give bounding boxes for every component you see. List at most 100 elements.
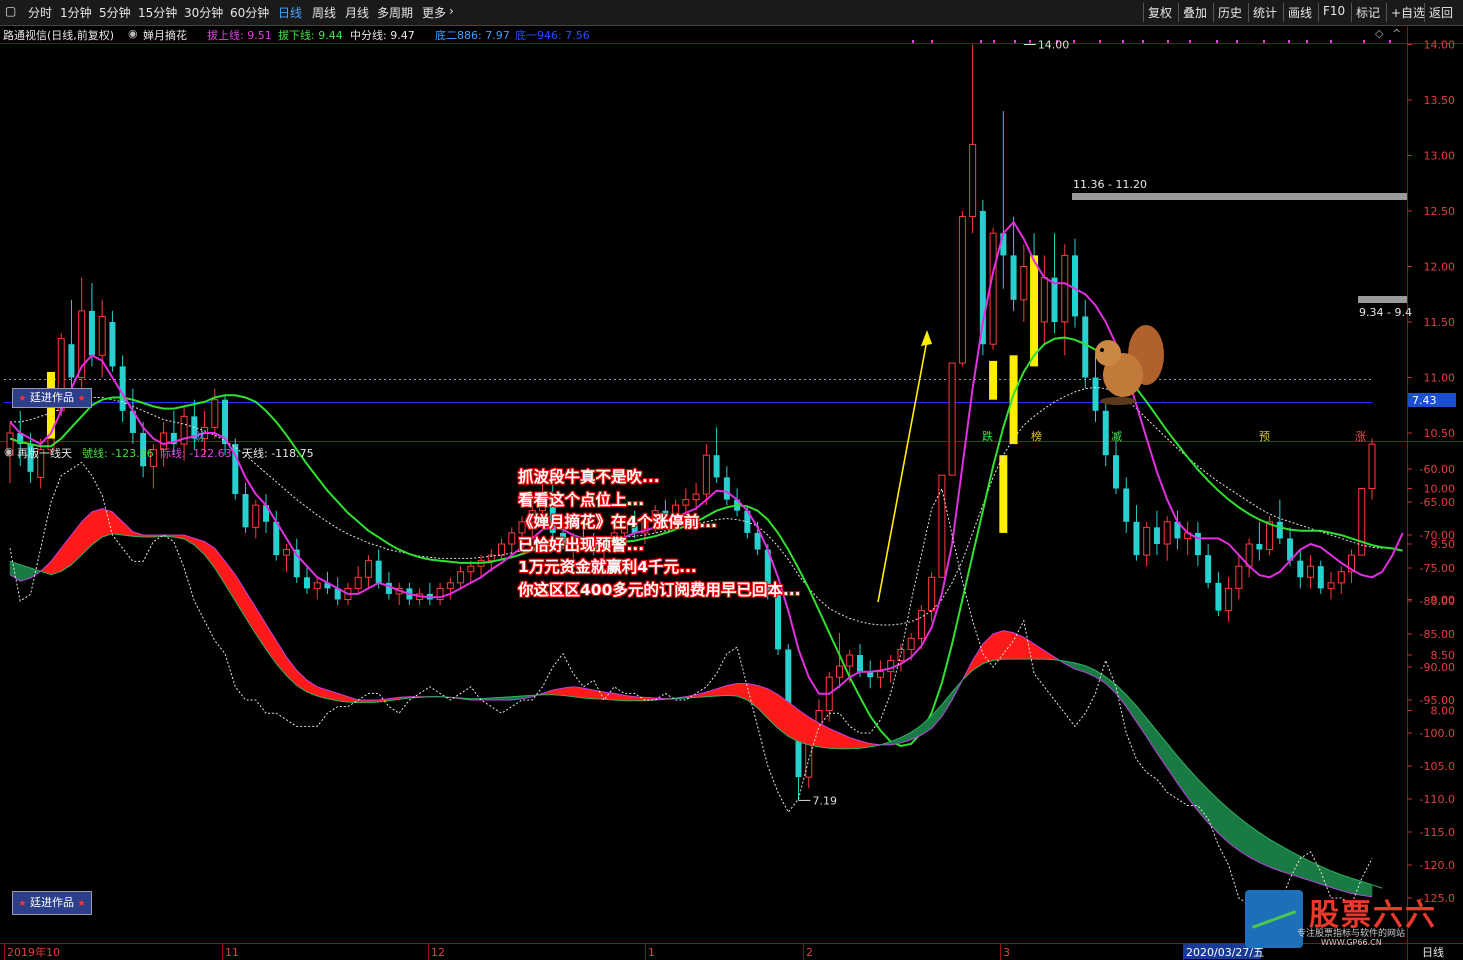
settings-circle-icon[interactable]: ◉ (4, 445, 14, 458)
ribbon-segment (992, 630, 1004, 661)
signal-dot (912, 40, 914, 43)
candle-body (1297, 560, 1304, 578)
candle-body (508, 532, 516, 545)
ribbon-segment (1218, 798, 1229, 844)
ribbon-segment (1084, 665, 1096, 678)
signal-dot (1142, 40, 1144, 43)
event-marker-bang[interactable]: 榜 (1031, 428, 1042, 444)
candle-body (242, 494, 249, 528)
price-tick-label: 13.00 (1424, 150, 1456, 163)
candle-body (498, 543, 506, 556)
ribbon-segment (572, 686, 584, 699)
ind-tick-label: -80.00 (1420, 595, 1455, 608)
tian-line-value: 天线: -118.75 (242, 447, 314, 460)
signal-dot (1122, 40, 1124, 43)
squirrel-eye (1100, 348, 1104, 352)
event-marker-cai[interactable]: 财 (194, 428, 205, 444)
ribbon-segment (828, 727, 840, 750)
candle-body (109, 322, 116, 367)
price-tick-label: 13.50 (1424, 94, 1456, 107)
ind-tick-label: -70.00 (1420, 529, 1455, 542)
signal-bar (1009, 355, 1018, 445)
ribbon-segment (798, 709, 810, 746)
candle-body (446, 582, 454, 589)
ind-tick-label: -115.0 (1420, 826, 1455, 839)
price-tick-label: 12.50 (1424, 205, 1456, 218)
event-marker-yu[interactable]: 预 (1259, 428, 1270, 444)
candle-body (907, 637, 915, 650)
squirrel-head (1095, 340, 1121, 366)
candle-body (928, 576, 936, 612)
ribbon-segment (1300, 855, 1311, 882)
candle-body (1112, 455, 1119, 489)
ind-tick-label: -65.00 (1420, 496, 1455, 509)
star-icon: ★ (18, 899, 27, 909)
ribbon-segment (787, 701, 799, 743)
ribbon-segment (1279, 844, 1291, 875)
candle-body (88, 310, 95, 356)
candle-body (1225, 587, 1233, 612)
indicator2-name[interactable]: 再版一线天 (17, 445, 72, 461)
note-line: 已恰好出现预警... (518, 535, 645, 554)
support-zone (1358, 296, 1407, 303)
ind-tick-label: -100.0 (1420, 727, 1455, 740)
price-tick-label: 11.50 (1424, 316, 1456, 329)
date-tick-label: 1 (648, 946, 655, 959)
candle-body (1153, 527, 1160, 544)
candle-body (98, 315, 106, 356)
gp66-logo: 股票六六 专注股票指标与软件的网站 WWW.GP66.CN (1245, 890, 1463, 950)
signal-dot (1189, 40, 1191, 43)
candle-body (1266, 521, 1274, 551)
event-marker-zhang[interactable]: 涨 (1355, 428, 1366, 444)
badge-text: 廷进作品 (30, 391, 74, 404)
signal-dot (1073, 40, 1075, 43)
candle-body (211, 399, 219, 428)
right-zone-label: 9.34 - 9.4 (1359, 306, 1412, 319)
candle-body (835, 665, 843, 678)
signal-bar (999, 455, 1008, 533)
candle-body (897, 648, 905, 662)
ribbon-segment (1033, 643, 1045, 660)
candle-body (1072, 255, 1079, 317)
candle-body (1051, 277, 1058, 322)
ribbon-segment (265, 623, 277, 665)
signal-dot (1330, 40, 1332, 43)
candle-body (282, 549, 290, 556)
candle-body (313, 582, 321, 589)
ribbon-segment (214, 547, 226, 586)
signal-dot (1363, 40, 1365, 43)
signal-dot (980, 40, 982, 43)
ribbon-segment (941, 691, 953, 718)
candle-body (1317, 566, 1324, 589)
candle-body (1163, 521, 1171, 545)
candle-body (1143, 526, 1151, 556)
high-label: 14.00 (1038, 39, 1070, 52)
candle-body (1082, 316, 1089, 378)
logo-url: WWW.GP66.CN (1321, 938, 1382, 947)
signal-dot (1167, 40, 1169, 43)
event-marker-die[interactable]: 跌 (982, 428, 993, 444)
signal-dot (1029, 40, 1031, 43)
ribbon-segment (204, 541, 216, 569)
price-tick-label: 11.00 (1424, 372, 1456, 385)
ribbon-segment (1207, 789, 1219, 835)
signal-dot (1216, 40, 1218, 43)
note-line: 1万元资金就赢利4千元... (518, 558, 697, 576)
resistance-zone (1072, 193, 1407, 200)
signal-dot (993, 40, 995, 43)
signal-dot (1236, 40, 1238, 43)
signal-dot (1263, 40, 1265, 43)
price-tick-label: 14.00 (1424, 39, 1456, 52)
star-icon: ★ (77, 899, 86, 909)
date-tick-label: 2019年10 (7, 945, 60, 959)
ribbon-segment (50, 547, 62, 576)
ind-tick-label: -105.0 (1420, 760, 1455, 773)
ribbon-segment (1003, 630, 1014, 660)
date-tick-label: 2 (806, 946, 813, 959)
candle-body (354, 576, 362, 589)
low-label: 7.19 (813, 794, 838, 807)
author-badge-top: ★ 廷进作品 ★ (12, 388, 92, 408)
candle-body (856, 655, 863, 672)
event-marker-jian[interactable]: 减 (1111, 428, 1122, 444)
candle-body (68, 344, 75, 378)
